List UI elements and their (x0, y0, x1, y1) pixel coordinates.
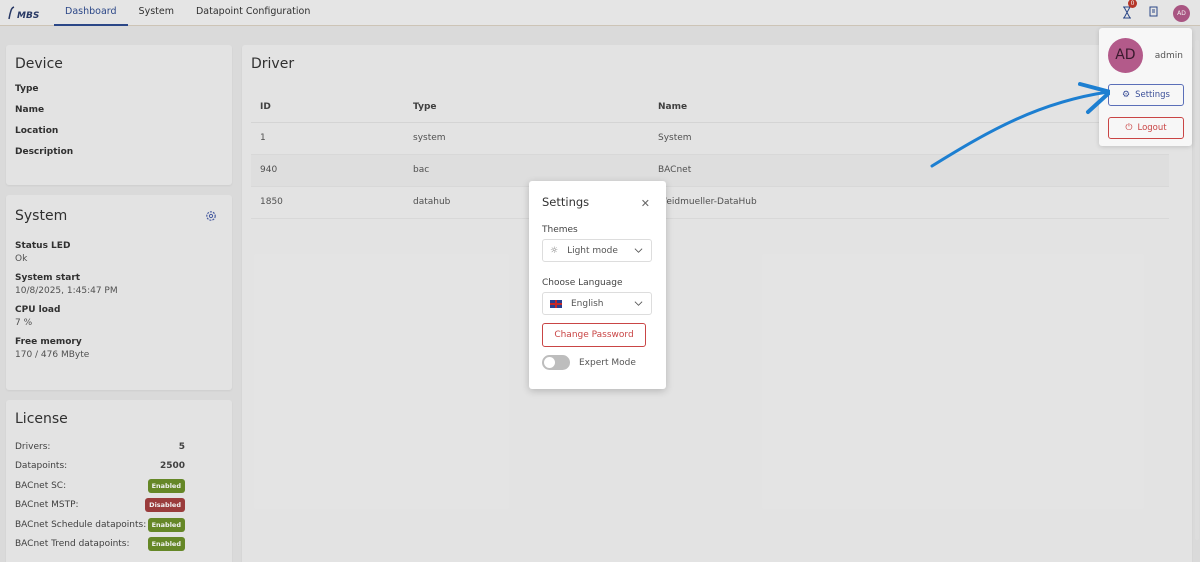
system-start-item: System start 10/8/2025, 1:45:47 PM (15, 273, 223, 296)
page-scrollbar[interactable] (1195, 40, 1199, 540)
hourglass-icon (1123, 6, 1131, 19)
status-badge: Disabled (145, 498, 185, 513)
license-label: BACnet MSTP: (15, 500, 79, 511)
main-nav: Dashboard System Datapoint Configuration (54, 0, 321, 26)
license-label: Drivers: (15, 441, 51, 452)
top-right-actions: 0 AD (1122, 0, 1190, 26)
user-avatar-button[interactable]: AD (1173, 4, 1190, 22)
cpu-load-label: CPU load (15, 305, 61, 315)
license-row: BACnet MSTP: Disabled (15, 496, 223, 516)
logo-text: MBS (17, 10, 40, 21)
system-settings-button[interactable] (205, 210, 217, 222)
uk-flag-icon (550, 299, 562, 308)
driver-title: Driver (251, 56, 295, 72)
document-icon (1149, 6, 1158, 17)
license-label: BACnet Schedule datapoints: (15, 519, 147, 530)
theme-select[interactable]: ☼ Light mode (542, 239, 652, 262)
chevron-down-icon (634, 301, 643, 306)
status-led-value: Ok (15, 254, 28, 264)
settings-dialog: Settings ✕ Themes ☼ Light mode Choose La… (529, 181, 666, 389)
expert-mode-row: Expert Mode (542, 355, 653, 370)
license-label: Datapoints: (15, 461, 68, 472)
free-memory-value: 170 / 476 MByte (15, 350, 90, 360)
language-select[interactable]: English (542, 292, 652, 315)
free-memory-label: Free memory (15, 337, 82, 347)
language-label: Choose Language (542, 278, 623, 288)
expert-mode-label: Expert Mode (579, 357, 636, 368)
close-icon[interactable]: ✕ (641, 197, 650, 210)
device-location-label: Location (15, 126, 59, 136)
pending-tasks-button[interactable]: 0 (1122, 0, 1137, 20)
license-row: BACnet SC: Enabled (15, 476, 223, 496)
cell-id: 1850 (251, 186, 413, 219)
system-title: System (15, 208, 68, 224)
status-led-item: Status LED Ok (15, 241, 223, 264)
logout-button-label: Logout (1137, 123, 1167, 133)
avatar: AD (1108, 38, 1143, 73)
logout-button[interactable]: ⏻ Logout (1108, 117, 1184, 139)
cpu-load-item: CPU load 7 % (15, 305, 223, 328)
cpu-load-value: 7 % (15, 318, 33, 328)
column-header-id[interactable]: ID (251, 92, 413, 123)
chevron-down-icon (634, 248, 643, 253)
cell-type: system (413, 122, 658, 155)
power-icon: ⏻ (1125, 123, 1133, 133)
license-card: License Drivers: 5 Datapoints: 2500 BACn… (6, 400, 232, 562)
table-row[interactable]: 1850 datahub Weidmueller-DataHub (251, 186, 1169, 219)
document-button[interactable] (1149, 6, 1158, 20)
annotation-arrow-icon (930, 82, 1110, 168)
tab-system[interactable]: System (128, 0, 185, 26)
tab-datapoint-configuration[interactable]: Datapoint Configuration (185, 0, 321, 26)
gear-icon (206, 211, 216, 221)
license-value: 2500 (159, 461, 185, 472)
license-title: License (15, 411, 68, 427)
user-menu: AD admin ⚙ Settings ⏻ Logout (1099, 28, 1192, 146)
cell-name: Weidmueller-DataHub (658, 186, 1169, 219)
status-led-label: Status LED (15, 241, 71, 251)
license-row: Drivers: 5 (15, 437, 223, 457)
free-memory-item: Free memory 170 / 476 MByte (15, 337, 223, 360)
username: admin (1154, 50, 1183, 61)
cell-id: 940 (251, 154, 413, 187)
tab-dashboard[interactable]: Dashboard (54, 0, 128, 26)
license-label: BACnet Trend datapoints: (15, 539, 130, 550)
status-badge: Enabled (147, 517, 185, 532)
status-badge: Enabled (147, 478, 185, 493)
app-logo[interactable]: MBS (8, 3, 44, 23)
device-description-label: Description (15, 147, 74, 157)
column-header-type[interactable]: Type (413, 92, 658, 123)
settings-dialog-title: Settings (542, 195, 590, 209)
cell-id: 1 (251, 122, 413, 155)
system-start-value: 10/8/2025, 1:45:47 PM (15, 286, 118, 296)
gear-icon: ⚙ (1122, 90, 1131, 100)
license-value: 5 (178, 441, 185, 452)
sun-icon: ☼ (550, 245, 559, 256)
language-select-value: English (571, 298, 604, 309)
logo-mark-icon (8, 5, 15, 19)
top-bar: MBS Dashboard System Datapoint Configura… (0, 0, 1200, 26)
user-menu-header: AD admin (1108, 38, 1183, 73)
theme-select-value: Light mode (567, 245, 618, 256)
license-row: BACnet Trend datapoints: Enabled (15, 535, 223, 555)
license-label: BACnet SC: (15, 480, 67, 491)
themes-label: Themes (542, 225, 578, 235)
device-type-label: Type (15, 84, 39, 94)
system-card: System Status LED Ok System start 10/8/2… (6, 195, 232, 390)
license-row: Datapoints: 2500 (15, 457, 223, 477)
change-password-button[interactable]: Change Password (542, 323, 646, 347)
device-card: Device Type Name Location Description (6, 45, 232, 185)
system-start-label: System start (15, 273, 81, 283)
device-name-label: Name (15, 105, 45, 115)
license-row: BACnet Schedule datapoints: Enabled (15, 515, 223, 535)
expert-mode-toggle[interactable] (542, 355, 570, 370)
toggle-knob (544, 357, 555, 368)
notification-badge: 0 (1128, 0, 1137, 8)
settings-button-label: Settings (1135, 90, 1170, 100)
status-badge: Enabled (147, 537, 185, 552)
device-title: Device (15, 56, 63, 72)
settings-button[interactable]: ⚙ Settings (1108, 84, 1184, 106)
